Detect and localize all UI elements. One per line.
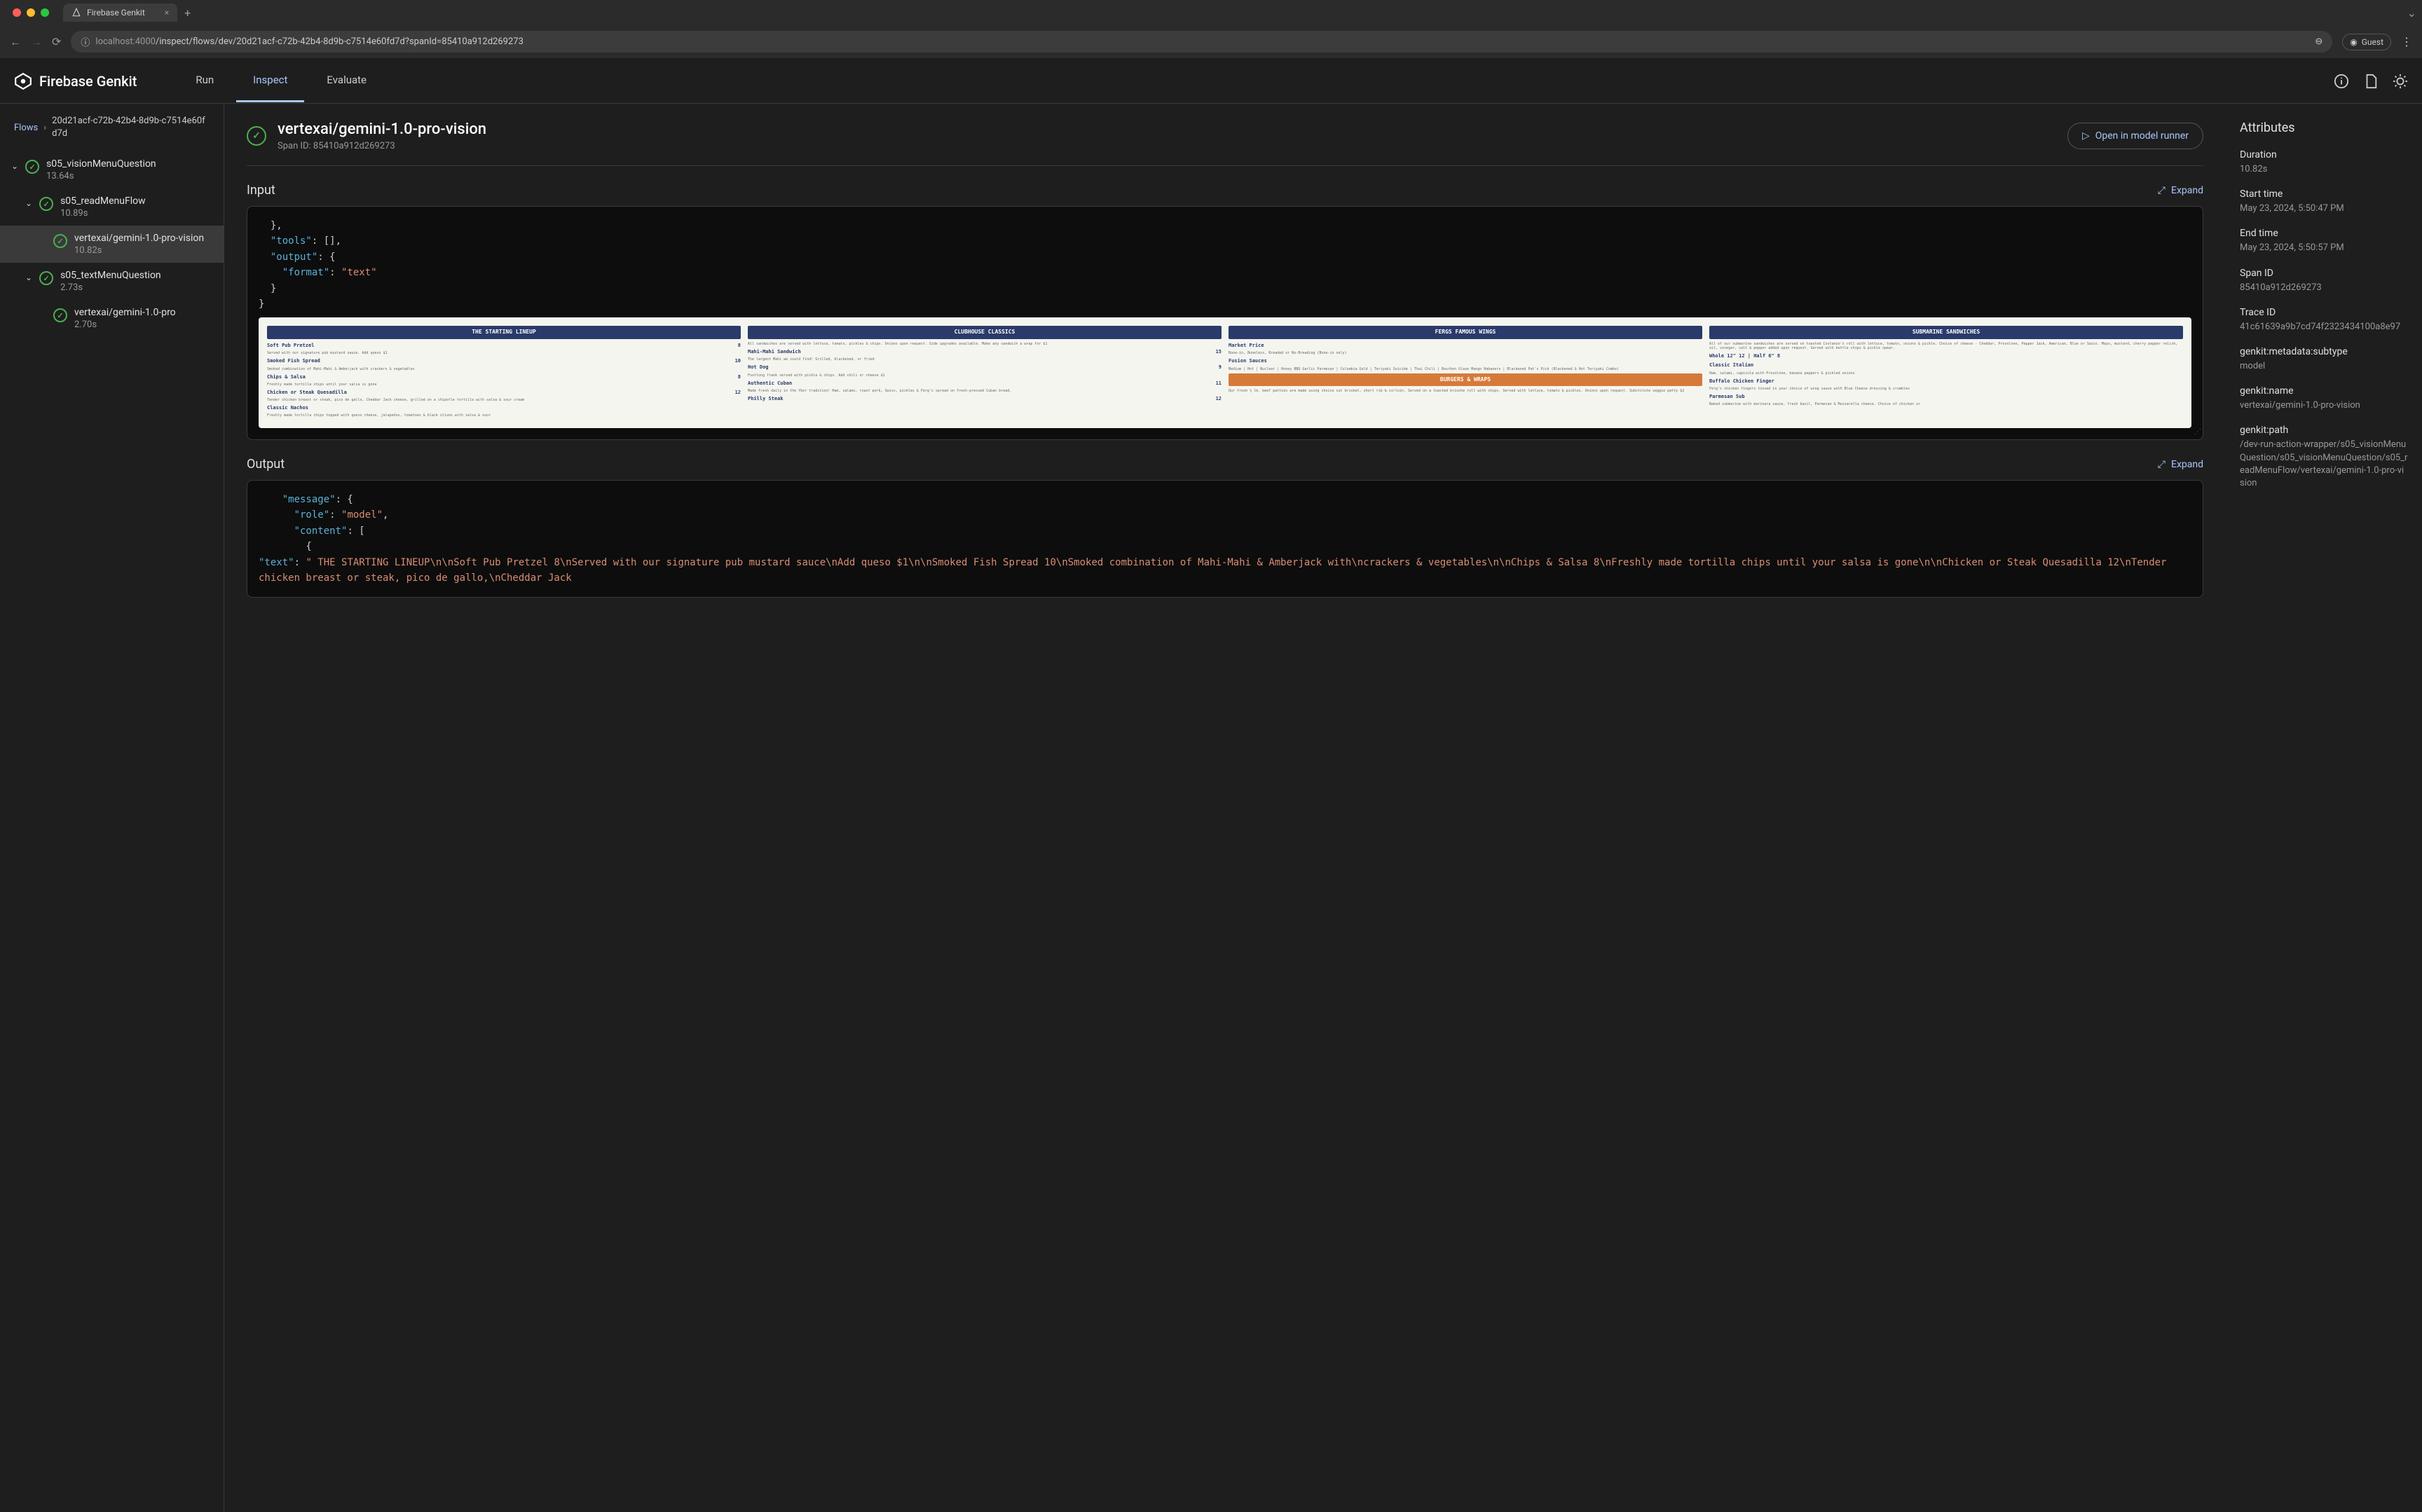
tab-evaluate[interactable]: Evaluate: [310, 60, 383, 102]
input-section-header: Input ⤢ Expand: [247, 183, 2203, 198]
tree-item-vision-question[interactable]: ⌄ s05_visionMenuQuestion 13.64s: [0, 151, 224, 188]
span-title: vertexai/gemini-1.0-pro-vision: [278, 121, 486, 138]
chevron-down-icon[interactable]: ⌄: [25, 198, 32, 208]
success-icon: [39, 271, 53, 285]
new-tab-button[interactable]: +: [184, 6, 191, 20]
minimize-window-button[interactable]: [27, 8, 35, 17]
success-icon: [53, 234, 67, 248]
chevron-down-icon[interactable]: ⌄: [11, 161, 18, 171]
breadcrumb: Flows › 20d21acf-c72b-42b4-8d9b-c7514e60…: [0, 104, 224, 151]
tab-overflow-button[interactable]: ⌄: [2407, 6, 2416, 20]
document-icon[interactable]: [2363, 74, 2379, 89]
content-area: vertexai/gemini-1.0-pro-vision Span ID: …: [224, 104, 2422, 1512]
output-code-block: "message": { "role": "model", "content":…: [247, 480, 2203, 598]
browser-tab[interactable]: Firebase Genkit ×: [63, 4, 177, 22]
tab-title: Firebase Genkit: [87, 8, 145, 18]
input-title: Input: [247, 183, 275, 198]
logo[interactable]: Firebase Genkit: [14, 72, 137, 90]
span-header: vertexai/gemini-1.0-pro-vision Span ID: …: [247, 121, 2203, 166]
output-title: Output: [247, 457, 285, 472]
breadcrumb-trace-id: 20d21acf-c72b-42b4-8d9b-c7514e60fd7d: [52, 115, 210, 140]
tree-item-text-question[interactable]: ⌄ s05_textMenuQuestion 2.73s: [0, 263, 224, 300]
attr-duration: Duration 10.82s: [2240, 149, 2408, 176]
attributes-title: Attributes: [2240, 121, 2408, 135]
tree-item-gemini-vision[interactable]: vertexai/gemini-1.0-pro-vision 10.82s: [0, 226, 224, 263]
traffic-lights: [6, 8, 56, 17]
success-icon: [25, 160, 39, 174]
input-code-block: }, "tools": [], "output": { "format": "t…: [247, 206, 2203, 440]
zoom-icon[interactable]: ⊖: [2315, 36, 2322, 47]
back-button[interactable]: ←: [10, 35, 21, 49]
url-bar[interactable]: ⓘ localhost:4000/inspect/flows/dev/20d21…: [71, 31, 2332, 53]
output-text-content: " THE STARTING LINEUP\n\nSoft Pub Pretze…: [259, 557, 2173, 584]
span-id-label: Span ID: 85410a912d269273: [278, 141, 486, 151]
attr-subtype: genkit:metadata:subtype model: [2240, 346, 2408, 373]
forward-button: →: [31, 35, 42, 49]
url-host: localhost: [95, 36, 132, 47]
breadcrumb-flows-link[interactable]: Flows: [14, 123, 38, 133]
guest-badge[interactable]: ◉ Guest: [2342, 34, 2391, 50]
open-model-runner-button[interactable]: ▷ Open in model runner: [2067, 123, 2203, 149]
main-layout: Flows › 20d21acf-c72b-42b4-8d9b-c7514e60…: [0, 104, 2422, 1512]
app-header: Firebase Genkit Run Inspect Evaluate: [0, 59, 2422, 104]
theme-toggle-icon[interactable]: [2393, 74, 2408, 89]
output-section-header: Output ⤢ Expand: [247, 457, 2203, 472]
attr-end-time: End time May 23, 2024, 5:50:57 PM: [2240, 228, 2408, 254]
menu-image-preview: THE STARTING LINEUP Soft Pub Pretzel8 Se…: [259, 317, 2191, 428]
reload-button[interactable]: ⟳: [52, 35, 61, 48]
tab-run[interactable]: Run: [179, 60, 231, 102]
expand-input-button[interactable]: ⤢ Expand: [2158, 185, 2203, 196]
person-icon: ◉: [2350, 37, 2357, 47]
close-window-button[interactable]: [13, 8, 21, 17]
browser-toolbar: ← → ⟳ ⓘ localhost:4000/inspect/flows/dev…: [0, 25, 2422, 58]
info-icon[interactable]: [2334, 74, 2349, 89]
attr-span-id: Span ID 85410a912d269273: [2240, 268, 2408, 294]
chevron-right-icon: ›: [43, 123, 46, 133]
attr-genkit-name: genkit:name vertexai/gemini-1.0-pro-visi…: [2240, 385, 2408, 412]
firebase-icon: [71, 8, 81, 18]
success-icon: [247, 126, 266, 146]
expand-icon: ⤢: [2158, 459, 2166, 470]
genkit-logo-icon: [14, 72, 32, 90]
browser-tabs-bar: Firebase Genkit × + ⌄: [0, 0, 2422, 25]
info-icon[interactable]: ⓘ: [81, 35, 90, 48]
success-icon: [53, 308, 67, 322]
success-icon: [39, 197, 53, 211]
maximize-window-button[interactable]: [41, 8, 49, 17]
expand-icon: ⤢: [2158, 185, 2166, 196]
sidebar: Flows › 20d21acf-c72b-42b4-8d9b-c7514e60…: [0, 104, 224, 1512]
tree-item-gemini-pro[interactable]: vertexai/gemini-1.0-pro 2.70s: [0, 300, 224, 337]
tab-inspect[interactable]: Inspect: [236, 60, 304, 102]
header-actions: [2334, 74, 2408, 89]
attr-genkit-path: genkit:path /dev-run-action-wrapper/s05_…: [2240, 425, 2408, 490]
chevron-down-icon[interactable]: ⌄: [25, 273, 32, 282]
close-tab-icon[interactable]: ×: [165, 8, 169, 18]
resize-handle-icon[interactable]: ⋰: [2194, 427, 2201, 438]
browser-menu-button[interactable]: ⋮: [2401, 35, 2412, 48]
play-icon: ▷: [2082, 130, 2090, 142]
attr-trace-id: Trace ID 41c61639a9b7cd74f2323434100a8e9…: [2240, 307, 2408, 334]
expand-output-button[interactable]: ⤢ Expand: [2158, 459, 2203, 470]
browser-chrome: Firebase Genkit × + ⌄ ← → ⟳ ⓘ localhost:…: [0, 0, 2422, 59]
tree-item-read-menu-flow[interactable]: ⌄ s05_readMenuFlow 10.89s: [0, 188, 224, 226]
main-panel: vertexai/gemini-1.0-pro-vision Span ID: …: [224, 104, 2226, 1512]
attributes-panel: Attributes Duration 10.82s Start time Ma…: [2226, 104, 2422, 1512]
nav-tabs: Run Inspect Evaluate: [179, 60, 383, 102]
attr-start-time: Start time May 23, 2024, 5:50:47 PM: [2240, 188, 2408, 215]
